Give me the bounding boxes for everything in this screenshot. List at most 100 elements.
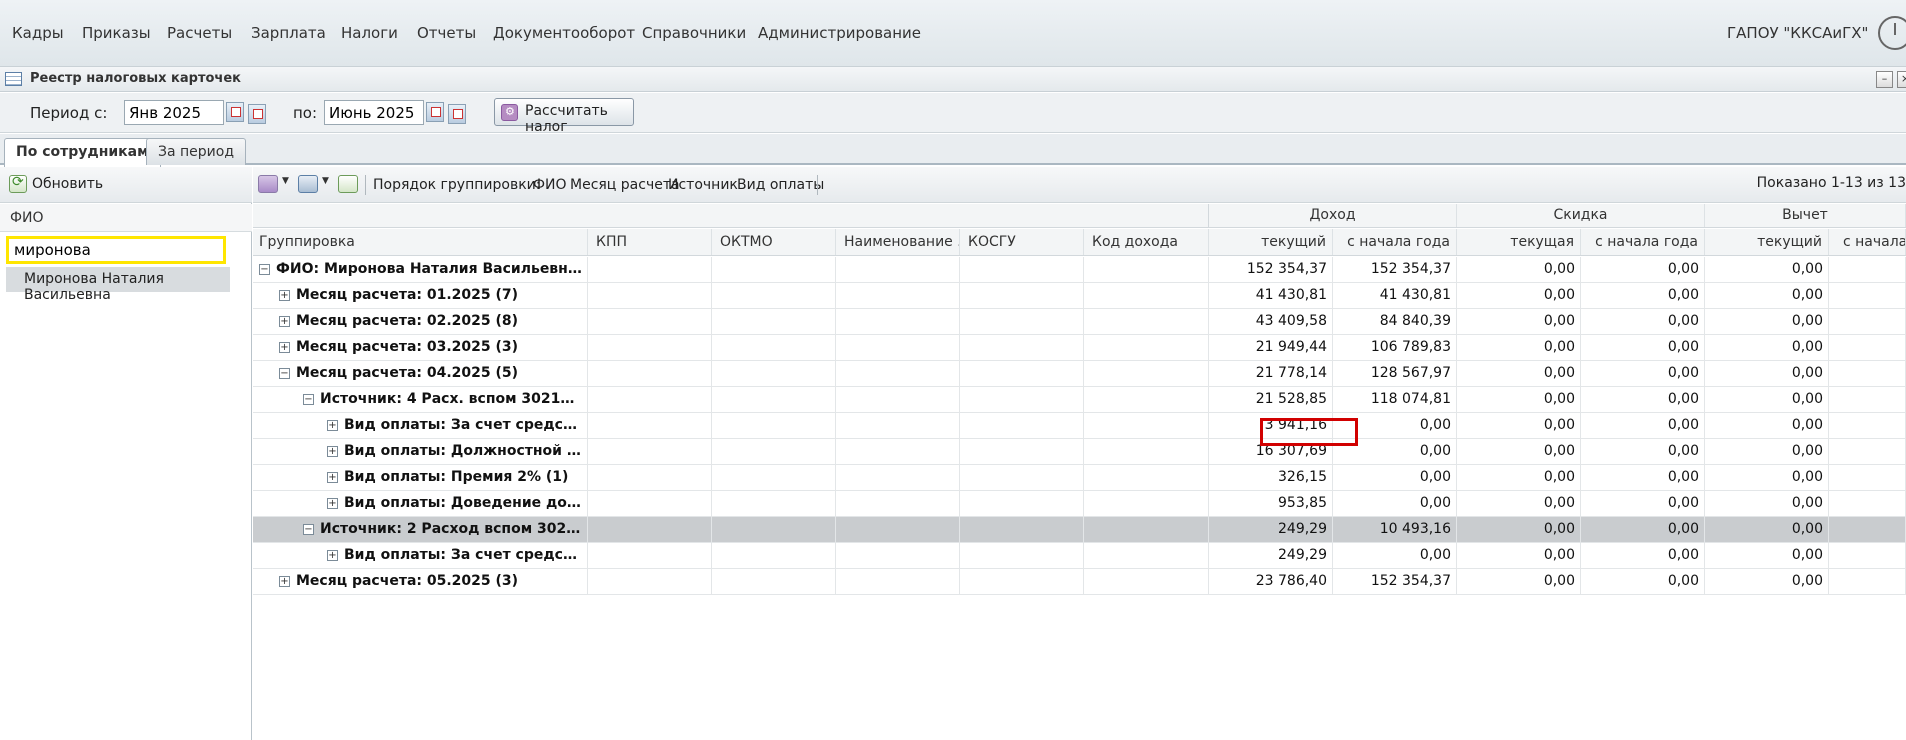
col-header-kosgu[interactable]: КОСГУ [960,229,1084,255]
employee-list-item[interactable]: Миронова Наталия Васильевна [6,267,230,303]
calculate-tax-button[interactable]: Рассчитать налог [494,98,634,135]
refresh-icon[interactable] [9,174,27,193]
grouping-cell: − Месяц расчета: 04.2025 (5) [253,361,588,386]
grid-refresh-icon[interactable] [338,175,358,193]
tab-by-employees[interactable]: По сотрудникам [4,138,161,167]
table-row[interactable]: + Месяц расчета: 05.2025 (3) 23 786,40 152 … [253,569,1906,595]
empty-cell [960,361,1084,386]
minimize-button[interactable]: – [1876,71,1893,88]
menu-item-spravochniki[interactable]: Справочники [642,24,746,42]
empty-cell [836,413,960,438]
menu-item-dokumentooborot[interactable]: Документооборот [493,24,635,42]
clock-icon[interactable] [1878,16,1906,50]
table-row[interactable]: + Месяц расчета: 02.2025 (8) 43 409,58 84 8… [253,309,1906,335]
income-current-cell: 249,29 [1209,517,1333,542]
income-ytd-cell: 128 567,97 [1333,361,1457,386]
close-button[interactable]: × [1897,71,1906,88]
fio-column-header[interactable]: ФИО [0,204,252,232]
menu-item-prikazy[interactable]: Приказы [82,24,151,42]
table-row[interactable]: + Месяц расчета: 03.2025 (3) 21 949,44 106 … [253,335,1906,361]
table-row[interactable]: + Вид оплаты: Премия 2% (1) 326,15 0,00 0,00… [253,465,1906,491]
collapse-icon[interactable]: − [279,368,290,379]
menu-item-otchety[interactable]: Отчеты [417,24,476,42]
table-row[interactable]: + Вид оплаты: Доведение до МР... 953,85 0,0… [253,491,1906,517]
col-header-discount-current[interactable]: текущая [1457,229,1581,255]
col-header-name[interactable]: Наименование ... [836,229,960,255]
calendar-to-icon[interactable] [426,102,444,122]
grouping-item-fio[interactable]: ФИО [533,177,567,193]
income-ytd-cell: 0,00 [1333,465,1457,490]
discount-current-cell: 0,00 [1457,517,1581,542]
settings-dropdown-icon[interactable]: ▼ [282,176,289,186]
menu-item-kadry[interactable]: Кадры [12,24,64,42]
expand-icon[interactable]: + [279,316,290,327]
col-header-grouping[interactable]: Группировка [253,229,588,255]
col-header-income-code[interactable]: Код дохода [1084,229,1209,255]
col-header-oktmo[interactable]: ОКТМО [712,229,836,255]
col-header-discount-ytd[interactable]: с начала года [1581,229,1705,255]
grouping-item-source[interactable]: Источник [668,177,738,193]
expand-icon[interactable]: + [279,290,290,301]
empty-cell [960,387,1084,412]
table-row[interactable]: + Вид оплаты: За счет средств ра... 3 941,… [253,413,1906,439]
deduction-ytd-cell [1829,465,1906,490]
period-to-input[interactable] [324,100,424,125]
calendar-from-icon[interactable] [226,102,244,122]
tab-by-period[interactable]: За период [146,138,247,165]
expand-icon[interactable]: + [327,420,338,431]
grouping-item-payment-type[interactable]: Вид оплаты [737,177,824,193]
group-label: Месяц расчета: 04.2025 (5) [296,365,519,381]
table-row[interactable]: − Источник: 2 Расход вспом 30211 (1) 249,2… [253,517,1906,543]
table-row[interactable]: − Источник: 4 Расх. вспом 30211 (4) 21 528… [253,387,1906,413]
fio-search-input[interactable] [6,236,226,264]
table-row[interactable]: + Вид оплаты: За счет средств ра... 249,29… [253,543,1906,569]
toolbar-separator [365,175,366,195]
empty-cell [960,257,1084,282]
empty-cell [1084,491,1209,516]
grouping-cell: + Месяц расчета: 02.2025 (8) [253,309,588,334]
expand-icon[interactable]: + [327,550,338,561]
discount-ytd-cell: 0,00 [1581,309,1705,334]
group-header-discount: Скидка [1457,204,1705,227]
refresh-button[interactable]: Обновить [32,176,103,192]
grid-group-header-row: Доход Скидка Вычет [253,204,1906,228]
col-header-income-ytd[interactable]: с начала года [1333,229,1457,255]
discount-ytd-cell: 0,00 [1581,569,1705,594]
table-row[interactable]: + Вид оплаты: Должностной окл... 16 307,69… [253,439,1906,465]
collapse-icon[interactable]: − [303,394,314,405]
empty-cell [588,361,712,386]
refresh-from-icon[interactable] [248,104,266,124]
table-row[interactable]: + Месяц расчета: 01.2025 (7) 41 430,81 41 4… [253,283,1906,309]
income-ytd-cell: 0,00 [1333,439,1457,464]
records-shown-label: Показано 1-13 из 13 [1756,175,1906,191]
tax-card-grid: ▼ ▼ Порядок группировки: ФИО Месяц расче… [253,167,1906,740]
menu-item-administrirovanie[interactable]: Администрирование [758,24,921,42]
expand-icon[interactable]: + [279,576,290,587]
col-header-deduction-ytd[interactable]: с начала года [1829,229,1906,255]
collapse-icon[interactable]: − [259,264,270,275]
grouping-item-month[interactable]: Месяц расчета [570,177,680,193]
income-ytd-cell: 106 789,83 [1333,335,1457,360]
menu-item-zarplata[interactable]: Зарплата [251,24,326,42]
print-icon[interactable] [298,175,318,193]
settings-icon[interactable] [258,175,278,193]
menu-item-raschety[interactable]: Расчеты [167,24,232,42]
col-header-income-current[interactable]: текущий [1209,229,1333,255]
expand-icon[interactable]: + [327,472,338,483]
empty-cell [588,309,712,334]
print-dropdown-icon[interactable]: ▼ [322,176,329,186]
period-from-input[interactable] [124,100,224,125]
table-row[interactable]: − ФИО: Миронова Наталия Васильевна (26) 15… [253,257,1906,283]
deduction-ytd-cell [1829,439,1906,464]
col-header-kpp[interactable]: КПП [588,229,712,255]
collapse-icon[interactable]: − [303,524,314,535]
table-row[interactable]: − Месяц расчета: 04.2025 (5) 21 778,14 128 … [253,361,1906,387]
refresh-to-icon[interactable] [448,104,466,124]
menu-item-nalogi[interactable]: Налоги [341,24,398,42]
expand-icon[interactable]: + [327,498,338,509]
col-header-deduction-current[interactable]: текущий [1705,229,1829,255]
expand-icon[interactable]: + [279,342,290,353]
register-icon [5,72,22,86]
expand-icon[interactable]: + [327,446,338,457]
group-label: Вид оплаты: Премия 2% (1) [344,469,569,485]
